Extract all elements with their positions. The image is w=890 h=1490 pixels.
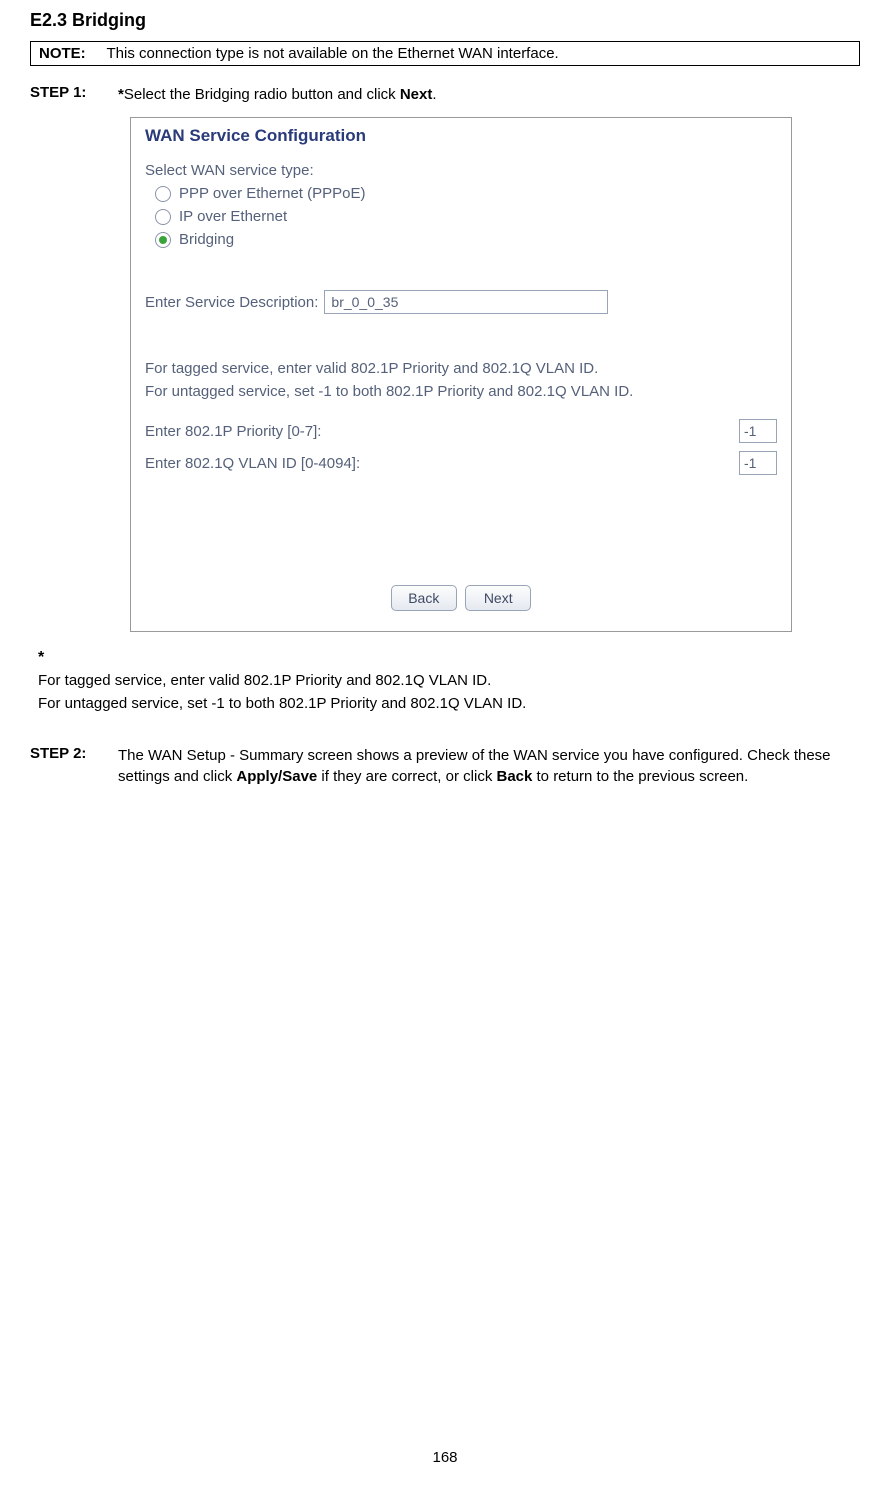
wan-service-configuration-figure: WAN Service Configuration Select WAN ser… [130, 117, 792, 632]
figure-title: WAN Service Configuration [131, 118, 791, 152]
back-button[interactable]: Back [391, 585, 457, 611]
step-2-row: STEP 2: The WAN Setup - Summary screen s… [30, 745, 860, 787]
step-1-row: STEP 1: *Select the Bridging radio butto… [30, 84, 860, 105]
radio-pppoe[interactable]: PPP over Ethernet (PPPoE) [155, 185, 777, 202]
next-button[interactable]: Next [465, 585, 531, 611]
section-title: E2.3 Bridging [30, 10, 860, 31]
vlan-label: Enter 802.1Q VLAN ID [0-4094]: [145, 455, 360, 472]
step-1-text: *Select the Bridging radio button and cl… [118, 84, 860, 105]
note-box: NOTE: This connection type is not availa… [30, 41, 860, 66]
radio-bridging-label: Bridging [179, 231, 234, 248]
step-2-label: STEP 2: [30, 745, 106, 787]
page-number: 168 [0, 1449, 890, 1466]
note-label: NOTE: [39, 45, 86, 62]
select-wan-service-type-label: Select WAN service type: [145, 162, 777, 179]
step-1-label: STEP 1: [30, 84, 106, 105]
radio-icon[interactable] [155, 232, 171, 248]
radio-bridging[interactable]: Bridging [155, 231, 777, 248]
radio-ipoe-label: IP over Ethernet [179, 208, 287, 225]
note-text: This connection type is not available on… [107, 45, 559, 62]
step-2-text: The WAN Setup - Summary screen shows a p… [118, 745, 860, 787]
tag-helptext-line1: For tagged service, enter valid 802.1P P… [145, 358, 777, 381]
tag-helptext-line2: For untagged service, set -1 to both 802… [145, 381, 777, 404]
radio-pppoe-label: PPP over Ethernet (PPPoE) [179, 185, 365, 202]
priority-label: Enter 802.1P Priority [0-7]: [145, 423, 321, 440]
radio-icon[interactable] [155, 209, 171, 225]
priority-input[interactable] [739, 419, 777, 443]
service-description-label: Enter Service Description: [145, 294, 318, 311]
footnote-line2: For untagged service, set -1 to both 802… [38, 693, 860, 716]
vlan-input[interactable] [739, 451, 777, 475]
radio-ipoe[interactable]: IP over Ethernet [155, 208, 777, 225]
footnote-star: * [38, 646, 860, 670]
footnote-line1: For tagged service, enter valid 802.1P P… [38, 670, 860, 693]
radio-icon[interactable] [155, 186, 171, 202]
service-description-input[interactable] [324, 290, 608, 314]
